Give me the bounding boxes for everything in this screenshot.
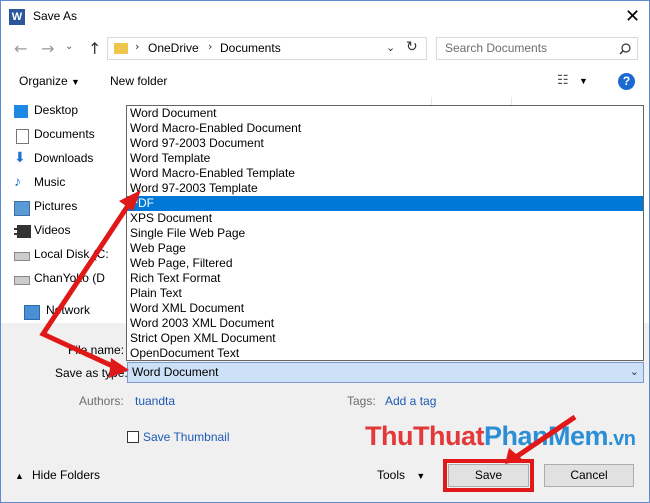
annotation-arrows (39, 190, 577, 464)
annotation-arrow-save (505, 414, 577, 464)
save-as-dialog: W Save As ✕ ← → ⌄ ↑ › OneDrive › Documen… (0, 0, 650, 503)
annotation-arrow-pointer (39, 190, 141, 378)
